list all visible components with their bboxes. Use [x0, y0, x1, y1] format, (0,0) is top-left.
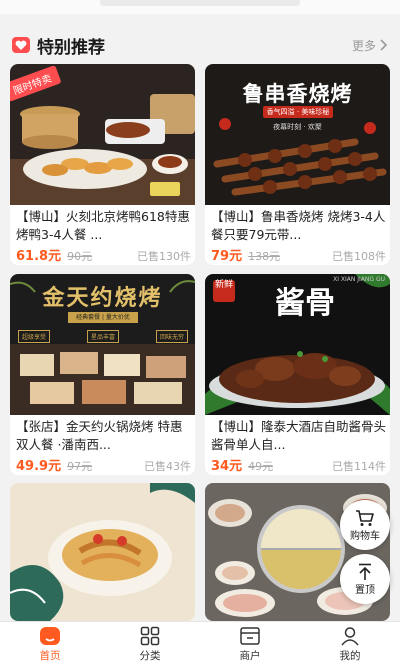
shop-icon [240, 626, 260, 645]
sold-count: 已售114件 [332, 460, 386, 473]
product-image: 新鲜 酱骨 XI XIAN JIANG GU [205, 274, 390, 415]
user-icon [341, 626, 359, 645]
bottom-tabbar: 首页 分类 商户 我的 [0, 621, 400, 666]
tab-label: 分类 [139, 649, 161, 662]
original-price: 90元 [67, 250, 93, 263]
product-card[interactable]: 鲁串香烧烤 香气四溢 · 美味珍秘 夜幕时刻 · 欢聚 【博山】鲁串香烧烤 烧烤… [205, 64, 390, 265]
banner-title: 酱骨 [275, 286, 335, 321]
banner-subtitle: XI XIAN JIANG GU [333, 276, 385, 283]
price-row: 61.8元 90元 已售130件 [16, 245, 191, 264]
tab-home[interactable]: 首页 [0, 622, 100, 666]
banner-tag: 新鲜 [213, 280, 235, 302]
price: 49.9元 [16, 459, 62, 474]
banner-tag-row: 超级享受 星品丰富 回味无穷 [18, 330, 188, 343]
banner-title: 鲁串香烧烤 [242, 81, 353, 106]
price: 61.8元 [16, 249, 62, 264]
tab-label: 商户 [239, 649, 261, 662]
top-strip [0, 0, 400, 14]
original-price: 138元 [248, 250, 281, 263]
banner-tag: 回味无穷 [155, 330, 188, 343]
banner-subtitle: 香气四溢 · 美味珍秘 [263, 106, 333, 118]
sold-count: 已售108件 [332, 250, 386, 263]
sold-count: 已售130件 [137, 250, 191, 263]
product-title: 【博山】隆泰大酒店自助酱骨头 酱骨单人自... [211, 419, 386, 452]
section-header: 特别推荐 更多 [0, 28, 400, 62]
product-image: 限时特卖 [10, 64, 195, 205]
top-bar-remnant [100, 0, 300, 6]
product-image [10, 483, 195, 621]
product-image: 鲁串香烧烤 香气四溢 · 美味珍秘 夜幕时刻 · 欢聚 [205, 64, 390, 205]
banner-subtitle-2: 夜幕时刻 · 欢聚 [273, 123, 322, 131]
more-label: 更多 [351, 38, 376, 53]
banner-tag: 超级享受 [18, 330, 51, 343]
product-title: 【张店】金天约火锅烧烤 特惠双人餐 ·潘南西... [16, 419, 183, 452]
heart-icon [12, 37, 30, 53]
product-title: 【博山】鲁串香烧烤 烧烤3-4人餐只要79元带... [211, 209, 386, 242]
product-card[interactable]: 金天约烧烤 经典套餐 | 量大价优 超级享受 星品丰富 回味无穷 【张店】金天约… [10, 274, 195, 475]
sold-count: 已售43件 [144, 460, 191, 473]
cart-button[interactable]: 购物车 [340, 500, 390, 550]
tab-shop[interactable]: 商户 [200, 622, 300, 666]
cart-label: 购物车 [350, 530, 380, 542]
tab-mine[interactable]: 我的 [300, 622, 400, 666]
more-link[interactable]: 更多 [352, 37, 388, 54]
original-price: 97元 [67, 460, 93, 473]
product-card[interactable]: 新鲜 酱骨 XI XIAN JIANG GU 【博山】隆泰大酒店自助酱骨头 酱骨… [205, 274, 390, 475]
product-title: 【博山】火刻北京烤鸭618特惠烤鸭3-4人餐 ... [16, 209, 190, 242]
home-icon [40, 626, 60, 645]
chevron-right-icon [380, 39, 388, 51]
price-row: 34元 49元 已售114件 [211, 455, 386, 474]
product-image: 金天约烧烤 经典套餐 | 量大价优 超级享受 星品丰富 回味无穷 [10, 274, 195, 415]
price-row: 79元 138元 已售108件 [211, 245, 386, 264]
price-row: 49.9元 97元 已售43件 [16, 455, 191, 474]
category-icon [140, 626, 160, 645]
product-card[interactable] [10, 483, 195, 621]
tab-label: 首页 [39, 649, 61, 662]
scroll-top-label: 置顶 [355, 584, 375, 596]
arrow-up-icon [359, 563, 371, 580]
price: 79元 [211, 249, 243, 264]
banner-tag: 星品丰富 [86, 330, 119, 343]
section-title: 特别推荐 [37, 37, 105, 58]
banner-title: 金天约烧烤 [42, 285, 163, 311]
price: 34元 [211, 459, 243, 474]
tab-category[interactable]: 分类 [100, 622, 200, 666]
product-card[interactable]: 限时特卖 【博山】火刻北京烤鸭618特惠烤鸭3-4人餐 ... 61.8元 90… [10, 64, 195, 265]
tab-label: 我的 [339, 649, 361, 662]
scroll-top-button[interactable]: 置顶 [340, 554, 390, 604]
original-price: 49元 [248, 460, 274, 473]
banner-tag: 经典套餐 | 量大价优 [68, 312, 138, 323]
cart-icon [356, 509, 374, 526]
